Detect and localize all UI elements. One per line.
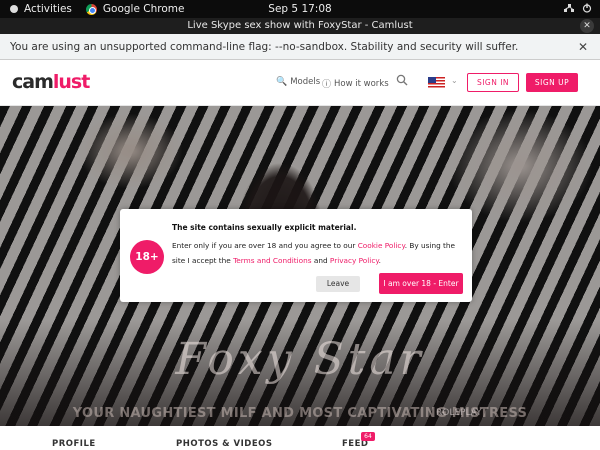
modal-text-3: and [311, 256, 330, 265]
logo-part-cam: cam [12, 71, 54, 93]
models-icon: 🔍 [276, 77, 288, 87]
activities-button[interactable]: Activities [10, 3, 72, 15]
cookie-policy-link[interactable]: Cookie Policy [358, 241, 405, 250]
window-close-icon[interactable]: ✕ [580, 19, 594, 33]
nav-models[interactable]: 🔍 Models [276, 77, 320, 87]
sign-in-button[interactable]: SIGN IN [467, 73, 519, 92]
unsupported-flag-infobar: You are using an unsupported command-lin… [0, 34, 600, 60]
site-header: camlust 🔍 Models ⓘ How it works ⌄ SIGN I… [0, 60, 600, 106]
modal-text-4: . [378, 256, 381, 265]
enter-over-18-button[interactable]: I am over 18 - Enter [379, 273, 463, 294]
logo-part-lust: lust [52, 71, 90, 93]
system-top-bar: Activities Google Chrome Sep 5 17:08 [0, 0, 600, 18]
hero-watermark: ROLEPLAY [436, 408, 482, 418]
network-icon [564, 3, 574, 13]
nav-how-it-works[interactable]: ⓘ How it works [322, 77, 389, 91]
infobar-close-icon[interactable]: ✕ [578, 34, 588, 60]
age-18-badge: 18+ [130, 240, 164, 274]
us-flag-icon[interactable] [428, 77, 445, 88]
modal-title: The site contains sexually explicit mate… [172, 223, 357, 232]
leave-button[interactable]: Leave [316, 276, 360, 292]
nav-how-label: How it works [334, 78, 389, 89]
page-content: camlust 🔍 Models ⓘ How it works ⌄ SIGN I… [0, 60, 600, 450]
sign-up-button[interactable]: SIGN UP [526, 73, 578, 92]
feed-count-badge: 64 [361, 432, 375, 441]
system-tray[interactable] [564, 3, 592, 13]
app-menu[interactable]: Google Chrome [85, 3, 185, 15]
window-title: Live Skype sex show with FoxyStar - Caml… [187, 20, 413, 31]
profile-tabs: PROFILE PHOTOS & VIDEOS FEED 64 [0, 426, 600, 450]
activities-label: Activities [24, 3, 72, 15]
tab-photos-videos[interactable]: PHOTOS & VIDEOS [176, 439, 273, 449]
infobar-message: You are using an unsupported command-lin… [10, 41, 519, 53]
hero-model-name: Foxy Star [175, 334, 425, 385]
activities-icon [10, 5, 18, 13]
modal-body: Enter only if you are over 18 and you ag… [172, 238, 462, 268]
modal-text-1: Enter only if you are over 18 and you ag… [172, 241, 358, 250]
info-icon: ⓘ [322, 80, 332, 90]
privacy-policy-link[interactable]: Privacy Policy [330, 256, 379, 265]
camlust-logo[interactable]: camlust [12, 71, 90, 93]
chevron-down-icon[interactable]: ⌄ [451, 76, 458, 85]
power-icon [582, 3, 592, 13]
nav-models-label: Models [290, 77, 321, 87]
age-verification-modal: 18+ The site contains sexually explicit … [120, 209, 472, 302]
window-title-bar: Live Skype sex show with FoxyStar - Caml… [0, 18, 600, 34]
search-icon[interactable] [396, 74, 410, 88]
terms-link[interactable]: Terms and Conditions [233, 256, 311, 265]
app-name: Google Chrome [102, 3, 185, 15]
chrome-icon [85, 3, 97, 15]
tab-profile[interactable]: PROFILE [52, 439, 96, 449]
hero-tagline: YOUR NAUGHTIEST MILF AND MOST CAPTIVATIN… [72, 406, 528, 421]
